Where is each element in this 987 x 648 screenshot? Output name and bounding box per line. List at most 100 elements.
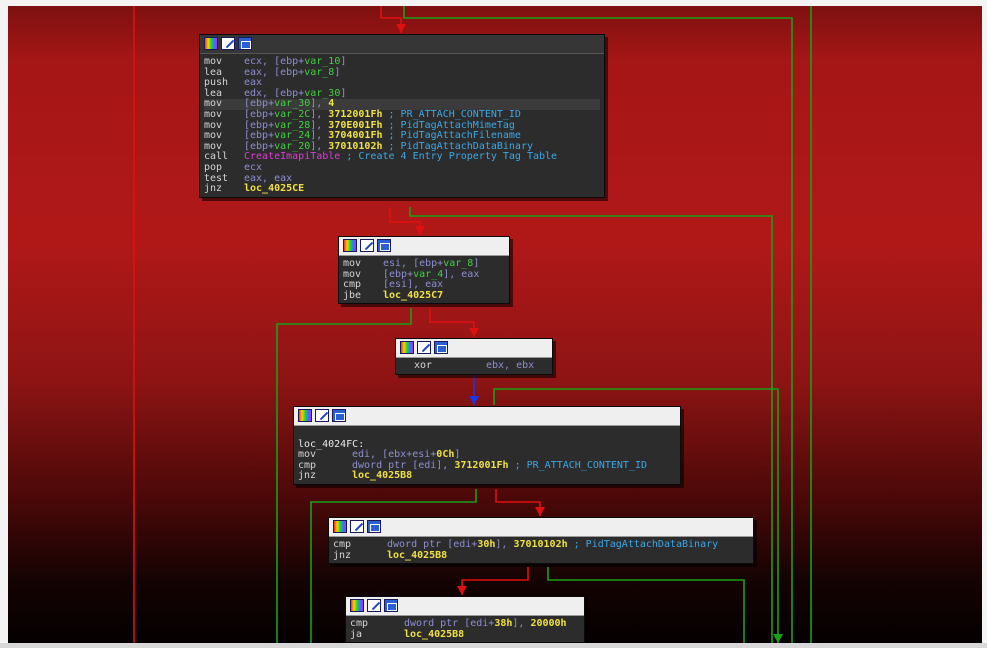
disassembly-listing[interactable]: cmp dword ptr [edi+30h], 37010102h ; PidT… (329, 537, 753, 563)
instruction-line[interactable]: jnz loc_4025B8 (298, 471, 676, 482)
fallthrough-edge[interactable] (389, 207, 421, 235)
edit-node-icon[interactable] (360, 239, 374, 252)
numeric-constant: 30h (477, 539, 496, 550)
instruction-operand: ecx (244, 161, 263, 173)
instruction-comment: ; PR_ATTACH_CONTENT_ID (508, 459, 648, 471)
stack-variable[interactable]: var_24 (274, 130, 310, 141)
disassembly-listing[interactable]: loc_4024FC: mov edi, [ebx+esi+0Ch] cmp dword… (294, 426, 680, 484)
instruction-operand: [ebp+ (244, 98, 275, 110)
instruction-operand: [ebp+ (244, 108, 275, 120)
edge-arrowhead (457, 586, 467, 595)
instruction-operand: esi, [ebp+ (383, 258, 444, 269)
graph-node-icon[interactable] (434, 341, 448, 354)
jump-target[interactable]: loc_4025CE (244, 183, 304, 194)
edit-node-icon[interactable] (221, 37, 235, 50)
color-palette-icon[interactable] (343, 239, 357, 252)
stack-variable[interactable]: var_8 (304, 67, 334, 78)
function-name[interactable]: CreateImapiTable (244, 151, 340, 163)
stack-variable[interactable]: var_28 (274, 120, 310, 131)
fallthrough-edge[interactable] (495, 489, 541, 516)
numeric-constant: 38h (494, 618, 513, 629)
color-palette-icon[interactable] (333, 520, 347, 533)
instruction-line[interactable]: jnz loc_4025B8 (333, 549, 749, 562)
instruction-operand: dword ptr [edi+ (387, 539, 478, 550)
code-block-node[interactable]: loc_4024FC: mov edi, [ebx+esi+0Ch] cmp dword… (293, 406, 681, 485)
edit-node-icon[interactable] (315, 409, 329, 422)
disassembly-listing[interactable]: xor ebx, ebx (396, 358, 552, 374)
instruction-comment: ; PidTagAttachFilename (382, 130, 521, 142)
color-palette-icon[interactable] (350, 599, 364, 612)
graph-node-icon[interactable] (384, 599, 398, 612)
node-header (339, 237, 509, 256)
incoming-false-edge[interactable] (380, 6, 402, 33)
instruction-line[interactable]: call CreateImapiTable ; Create 4 Entry Pr… (204, 152, 600, 163)
stack-variable[interactable]: var_30 (304, 88, 340, 99)
graph-view-canvas[interactable]: mov ecx, [ebp+var_10] lea eax, [ebp+var_8] p… (0, 0, 987, 648)
instruction-mnemonic: jnz (333, 549, 352, 561)
instruction-line[interactable]: jnz loc_4025CE (204, 183, 600, 195)
disassembly-listing[interactable]: cmp dword ptr [edi+38h], 20000h ja loc_4025… (346, 616, 584, 642)
node-header (200, 35, 604, 54)
fallthrough-edge[interactable] (429, 308, 475, 337)
window-frame-bottom (0, 643, 987, 648)
instruction-operand: ], (512, 618, 531, 629)
instruction-operand: [ebp+ (244, 130, 275, 142)
code-block-node[interactable]: mov ecx, [ebp+var_10] lea eax, [ebp+var_8] p… (199, 34, 605, 198)
jump-target[interactable]: loc_4025C7 (383, 290, 443, 301)
jump-target[interactable]: loc_4025B8 (404, 629, 464, 640)
instruction-operand: ], (495, 539, 514, 550)
disassembly-listing[interactable]: mov ecx, [ebp+var_10] lea eax, [ebp+var_8] p… (200, 54, 604, 197)
instruction-line[interactable]: xor ebx, ebx (414, 360, 548, 372)
graph-node-icon[interactable] (377, 239, 391, 252)
instruction-mnemonic: cmp (350, 618, 369, 629)
instruction-operand: ] (473, 258, 480, 269)
numeric-constant: 37010102h (513, 539, 568, 550)
jump-target[interactable]: loc_4025B8 (352, 470, 412, 482)
instruction-operand: eax, [ebp+ (244, 66, 305, 78)
edit-node-icon[interactable] (417, 341, 431, 354)
instruction-mnemonic: pop (204, 161, 223, 173)
stack-variable[interactable]: var_20 (274, 141, 310, 152)
node-header (346, 597, 584, 616)
edit-node-icon[interactable] (367, 599, 381, 612)
instruction-operand: ], (310, 98, 329, 110)
jump-target[interactable]: loc_4025B8 (387, 550, 447, 561)
edit-node-icon[interactable] (350, 520, 364, 533)
instruction-comment: ; PidTagAttachDataBinary (382, 140, 534, 152)
color-palette-icon[interactable] (400, 341, 414, 354)
numeric-constant: 0Ch (436, 449, 455, 461)
instruction-operand: [esi], eax (383, 279, 444, 291)
instruction-mnemonic: mov (343, 258, 362, 269)
edge-arrowhead (396, 24, 406, 33)
graph-node-icon[interactable] (238, 37, 252, 50)
graph-node-icon[interactable] (367, 520, 381, 533)
fallthrough-edge[interactable] (461, 567, 529, 595)
stack-variable[interactable]: var_4 (413, 269, 443, 280)
instruction-operand: ], (310, 108, 329, 120)
code-block-node[interactable]: mov esi, [ebp+var_8] mov [ebp+var_4], eax cm… (338, 236, 510, 305)
color-palette-icon[interactable] (298, 409, 312, 422)
code-block-node[interactable]: cmp dword ptr [edi+38h], 20000h ja loc_4025… (345, 596, 585, 644)
stack-variable[interactable]: var_30 (274, 98, 310, 110)
color-palette-icon[interactable] (204, 37, 218, 50)
instruction-operand: [ebp+ (244, 119, 275, 131)
stack-variable[interactable]: var_2C (274, 109, 310, 120)
location-label[interactable]: loc_4024FC: (298, 439, 364, 450)
edge-arrowhead (469, 396, 479, 405)
instruction-line[interactable]: ja loc_4025B8 (350, 629, 580, 641)
instruction-operand: edi, [ebx+esi+ (352, 449, 437, 461)
disassembly-listing[interactable]: mov esi, [ebp+var_8] mov [ebp+var_4], eax cm… (339, 256, 509, 303)
stack-variable[interactable]: var_8 (443, 258, 473, 269)
window-frame-right (982, 0, 987, 648)
instruction-operand: ], (310, 119, 329, 131)
instruction-line[interactable]: cmp dword ptr [edi+38h], 20000h (350, 618, 580, 630)
graph-node-icon[interactable] (332, 409, 346, 422)
instruction-line[interactable]: lea eax, [ebp+var_8] (204, 66, 600, 79)
code-block-node[interactable]: cmp dword ptr [edi+30h], 37010102h ; PidT… (328, 517, 754, 565)
code-block-node[interactable]: xor ebx, ebx (395, 338, 553, 375)
edge-arrowhead (773, 634, 783, 643)
instruction-line[interactable]: jbe loc_4025C7 (343, 290, 505, 302)
instruction-operand: ], (310, 140, 329, 152)
stack-variable[interactable]: var_10 (304, 56, 340, 67)
numeric-constant: 4 (328, 98, 335, 110)
